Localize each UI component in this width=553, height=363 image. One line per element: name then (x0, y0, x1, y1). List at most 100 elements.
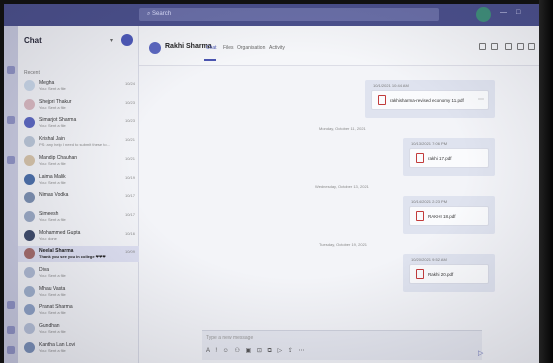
maximize-button[interactable]: □ (516, 9, 520, 16)
compose-toolbar[interactable]: A ! ☺ ⚇ ▣ ⊡ ⧉ ▷ ⇪ ⋯ (206, 347, 306, 355)
settings-icon[interactable] (7, 346, 15, 354)
avatar (24, 98, 35, 110)
file-attachment[interactable]: rakhisharma-revised economy 11.pdf ⋯ (371, 90, 489, 110)
chat-time: 10/23 (124, 99, 135, 105)
recent-section-label: Recent (24, 70, 40, 76)
audio-call-icon[interactable] (491, 43, 498, 50)
chevron-down-icon[interactable]: ▾ (110, 37, 113, 44)
chat-preview: You: Sent a file (39, 347, 66, 353)
chat-list-item[interactable]: Krishal Jain PS: any help I need to submi… (18, 134, 139, 150)
chat-time: 10/17 (124, 193, 135, 199)
chat-list-item[interactable]: Gundhan You: Sent a file (18, 321, 139, 337)
avatar (24, 229, 35, 241)
avatar (24, 192, 35, 204)
tab-chat[interactable]: Chat (206, 45, 217, 51)
video-call-icon[interactable] (479, 43, 486, 50)
send-icon[interactable]: ▷ (478, 349, 483, 357)
more-options-icon[interactable] (528, 43, 535, 50)
tab-organisation[interactable]: Organisation (237, 45, 265, 51)
file-attachment[interactable]: rakhi 17.pdf (409, 148, 489, 168)
new-chat-button[interactable] (121, 34, 133, 46)
message-bubble: 10/13/2021 7:06 PM rakhi 17.pdf (403, 138, 495, 176)
avatar (24, 136, 35, 148)
message-bubble: 10/1/2021 10:44 AM rakhisharma-revised e… (365, 80, 495, 118)
chat-list-item[interactable]: Kantha Lan Lovi You: Sent a file (18, 340, 139, 356)
message-timestamp: 10/1/2021 10:44 AM (373, 83, 409, 88)
avatar (24, 285, 35, 297)
pdf-icon (416, 269, 424, 279)
chat-list-title: Chat (24, 36, 42, 45)
file-attachment[interactable]: Rakhi 20.pdf (409, 264, 489, 284)
compose-box[interactable]: Type a new message A ! ☺ ⚇ ▣ ⊡ ⧉ ▷ ⇪ ⋯ (202, 330, 482, 360)
avatar (24, 117, 35, 129)
chat-list-item[interactable]: Neelal Sharma Thank you see you in colleg… (18, 246, 139, 263)
chat-preview: Thank you see you in college ❤❤❤ (39, 254, 106, 260)
chat-preview: You: Sent a file (39, 104, 66, 110)
avatar (24, 304, 35, 316)
teams-icon[interactable] (7, 156, 15, 164)
chat-time: 10/24 (124, 81, 135, 86)
message-input[interactable]: Type a new message (206, 335, 253, 341)
message-bubble: 10/20/2021 9:52 AM Rakhi 20.pdf (403, 254, 495, 292)
chat-name: Nimas Vodka (39, 192, 69, 199)
add-people-icon[interactable] (517, 43, 524, 50)
tab-activity[interactable]: Activity (269, 45, 285, 51)
profile-avatar[interactable] (476, 7, 491, 22)
message-timestamp: 10/14/2021 2:23 PM (411, 199, 448, 204)
app-rail (4, 26, 18, 363)
file-attachment[interactable]: RAKHI 18.pdf (409, 206, 489, 226)
chat-preview: You: Sent a file (39, 273, 66, 278)
pdf-icon (416, 153, 424, 163)
chat-list-item[interactable]: Mhau Vasta You: Sent a file (18, 284, 139, 300)
chat-list-item[interactable]: Diva You: Sent a file (18, 265, 139, 281)
chat-list-item[interactable]: Mohammed Gupta You: done 10/16 (18, 228, 139, 244)
chat-time: 10/21 (124, 137, 135, 143)
chat-list-item[interactable]: Pranat Sharma You: Sent a file (18, 302, 139, 318)
contact-avatar (149, 42, 161, 54)
chat-preview: You: Sent a file (39, 310, 66, 316)
chat-time: 10/23 (124, 118, 135, 124)
chat-list-item[interactable]: Laima Malik You: Sent a file 10/19 (18, 172, 139, 188)
minimize-button[interactable]: — (500, 9, 507, 16)
chat-list-item[interactable]: Nimas Vodka 10/17 (18, 190, 139, 206)
apps-icon[interactable] (7, 301, 15, 309)
file-name: rakhisharma-revised economy 11.pdf (390, 98, 464, 103)
file-name: rakhi 17.pdf (428, 156, 452, 161)
chat-list-item[interactable]: Simeesh You: Sent a file 10/17 (18, 209, 139, 225)
chat-preview: You: done (39, 235, 57, 241)
chat-list-item[interactable]: Megha You: Sent a file 10/24 (18, 78, 139, 94)
avatar (24, 173, 35, 185)
file-name: RAKHI 18.pdf (428, 214, 456, 219)
tab-files[interactable]: Files (223, 45, 234, 51)
chat-time: 10/21 (124, 155, 135, 161)
search-input[interactable]: ⌕ Search (139, 8, 439, 21)
message-bubble: 10/14/2021 2:23 PM RAKHI 18.pdf (403, 196, 495, 234)
date-divider: Tuesday, October 19, 2021 (319, 242, 368, 247)
chat-preview: PS: any help I need to submit these to..… (39, 142, 110, 148)
chat-preview: You: Sent a file (39, 291, 66, 297)
file-name: Rakhi 20.pdf (428, 272, 454, 277)
chat-preview: You: Sent a file (39, 86, 66, 91)
activity-icon[interactable] (7, 66, 15, 74)
date-divider: Monday, October 11, 2021 (319, 126, 366, 131)
chat-preview: You: Sent a file (39, 216, 66, 222)
chat-preview: You: Sent a file (39, 123, 66, 129)
chat-list-item[interactable]: Simarjot Sharma You: Sent a file 10/23 (18, 115, 139, 131)
avatar (24, 80, 35, 91)
avatar (24, 267, 35, 278)
chat-icon[interactable] (7, 116, 15, 124)
avatar (24, 210, 35, 222)
chat-time: 10/16 (124, 230, 135, 236)
selected-tab-indicator (204, 59, 216, 61)
pdf-icon (378, 95, 386, 105)
chat-preview: You: Sent a file (39, 179, 66, 185)
screen-share-icon[interactable] (505, 43, 512, 50)
chat-list-item[interactable]: Mandip Chauhan You: Sent a file 10/21 (18, 153, 139, 169)
chat-time: 10/19 (124, 174, 135, 180)
chat-list-item[interactable]: Shejpri Thakur You: Sent a file 10/23 (18, 97, 139, 113)
more-icon[interactable]: ⋯ (478, 96, 484, 103)
teams-window: ⌕ Search — □ Chat ▾ Recent Megha You: Sen… (4, 4, 540, 363)
pdf-icon (416, 211, 424, 221)
avatar (24, 323, 35, 335)
help-icon[interactable] (7, 326, 15, 334)
